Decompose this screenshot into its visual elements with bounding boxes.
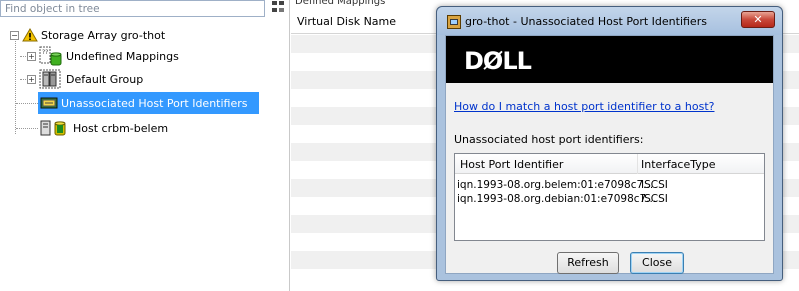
tree-connector xyxy=(15,39,16,134)
tree-item-default-group[interactable]: + Default Group xyxy=(27,68,146,90)
brand-banner: DØLL xyxy=(446,36,773,83)
interface-type-cell: ISCSI xyxy=(641,193,668,205)
warning-icon xyxy=(22,28,38,42)
find-tree-icon[interactable] xyxy=(271,0,285,14)
host-port-identifier-table[interactable]: Host Port Identifier InterfaceType iqn.1… xyxy=(454,153,765,241)
unassociated-host-port-identifiers-dialog: gro-thot - Unassociated Host Port Identi… xyxy=(436,6,783,281)
object-tree-pane: Find object in tree − Storage Array gro-… xyxy=(0,0,290,291)
dialog-title: gro-thot - Unassociated Host Port Identi… xyxy=(465,15,707,28)
tree-item-label: Unassociated Host Port Identifiers xyxy=(61,96,248,110)
refresh-button[interactable]: Refresh xyxy=(557,252,619,274)
interface-type-cell: ISCSI xyxy=(641,179,668,191)
close-icon[interactable]: ✕ xyxy=(741,11,775,28)
host-icon xyxy=(40,120,66,136)
dialog-body: DØLL How do I match a host port identifi… xyxy=(445,35,774,274)
tree-item-host-crbm-belem[interactable]: Host crbm-belem xyxy=(40,117,171,139)
table-row[interactable]: iqn.1993-08.org.debian:01:e7098c7... ISC… xyxy=(455,193,764,206)
tree-item-label: Storage Array gro-thot xyxy=(41,28,166,42)
identifier-cell: iqn.1993-08.org.belem:01:e7098c7... xyxy=(457,179,654,191)
tree-item-undefined-mappings[interactable]: + ?? Undefined Mappings xyxy=(27,45,182,67)
tree-item-label: Undefined Mappings xyxy=(66,49,179,63)
tree-connector xyxy=(16,103,38,104)
undefined-mappings-icon: ?? xyxy=(39,46,62,66)
column-separator[interactable] xyxy=(637,154,638,174)
close-button[interactable]: Close xyxy=(630,252,684,274)
help-link[interactable]: How do I match a host port identifier to… xyxy=(454,100,714,113)
expand-icon[interactable]: + xyxy=(27,51,36,61)
collapse-icon[interactable]: − xyxy=(10,30,19,40)
column-virtual-disk-name[interactable]: Virtual Disk Name xyxy=(297,15,396,28)
tree-item-label: Host crbm-belem xyxy=(73,121,169,135)
app-icon xyxy=(447,15,461,29)
find-object-input[interactable]: Find object in tree xyxy=(0,0,265,17)
tree-item-unassociated-host-port-identifiers[interactable]: Unassociated Host Port Identifiers xyxy=(38,92,259,114)
column-interface-type[interactable]: InterfaceType xyxy=(641,158,716,171)
dell-logo: DØLL xyxy=(464,47,532,75)
host-port-icon xyxy=(40,97,58,109)
table-row[interactable]: iqn.1993-08.org.belem:01:e7098c7... ISCS… xyxy=(455,179,764,192)
expand-icon[interactable]: + xyxy=(27,74,36,84)
column-host-port-identifier[interactable]: Host Port Identifier xyxy=(460,158,563,171)
list-caption: Unassociated host port identifiers: xyxy=(454,133,644,146)
tree-item-label: Default Group xyxy=(66,72,144,86)
tree-item-storage-array[interactable]: − Storage Array gro-thot xyxy=(10,24,168,46)
identifier-cell: iqn.1993-08.org.debian:01:e7098c7... xyxy=(457,193,657,205)
host-group-icon xyxy=(39,69,61,89)
table-header: Host Port Identifier InterfaceType xyxy=(455,154,764,174)
dialog-titlebar[interactable]: gro-thot - Unassociated Host Port Identi… xyxy=(437,7,782,35)
tree-connector xyxy=(16,128,38,129)
svg-text:??: ?? xyxy=(42,49,48,56)
mappings-header: Defined Mappings xyxy=(295,0,386,7)
